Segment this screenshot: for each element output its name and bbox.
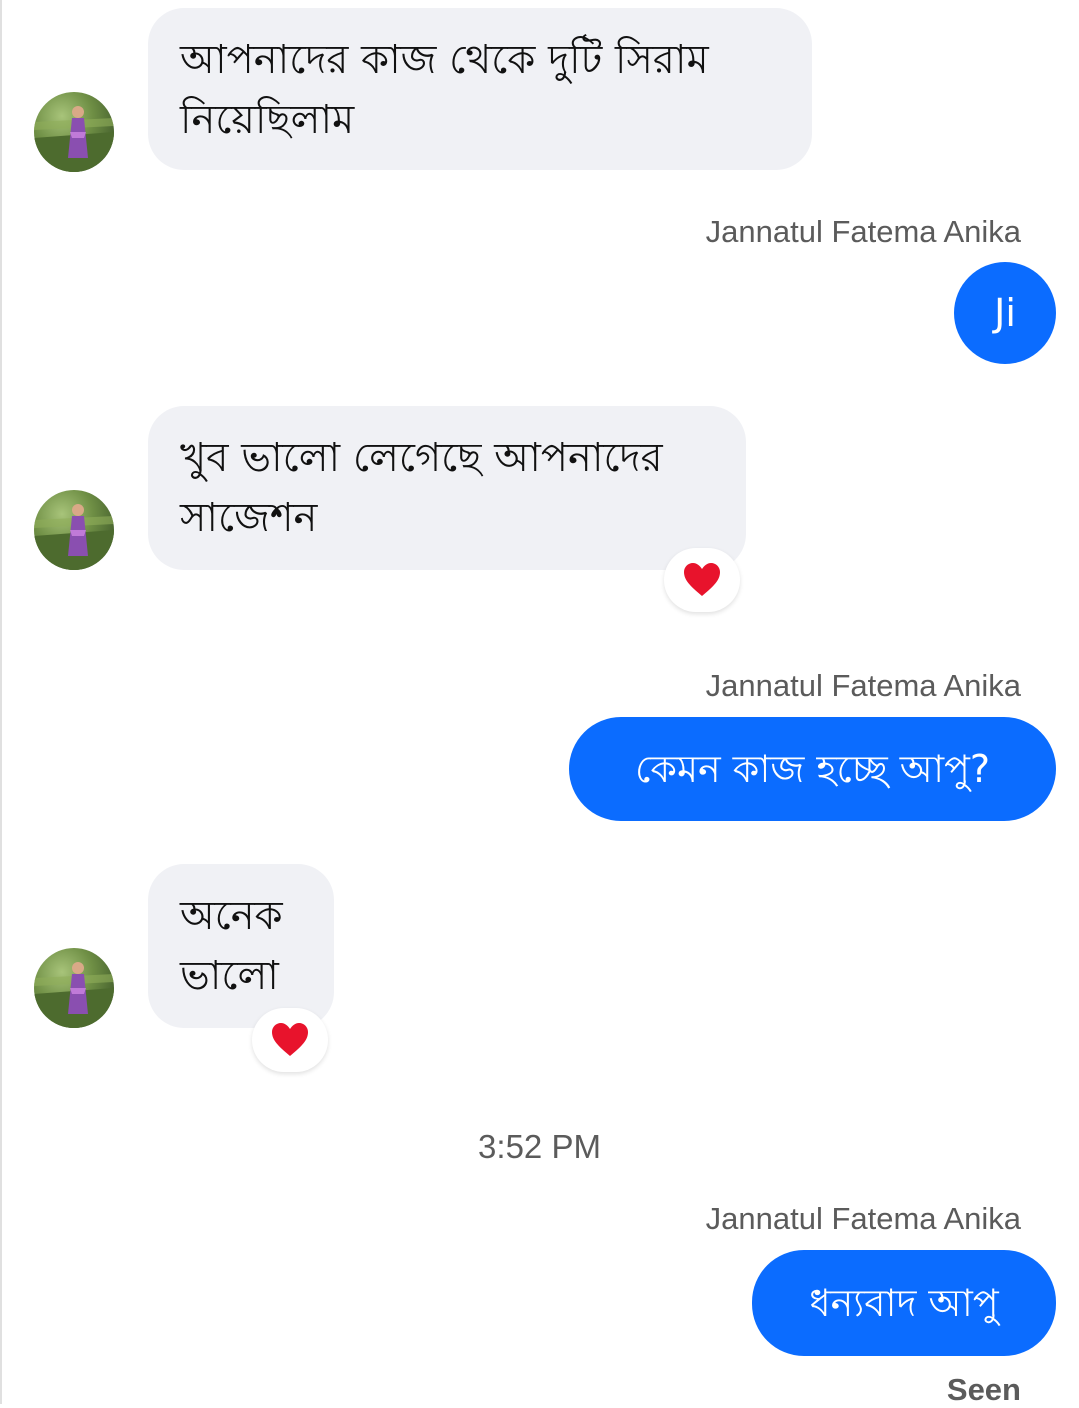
sender-name: Jannatul Fatema Anika <box>705 1201 1021 1236</box>
incoming-message[interactable]: আপনাদের কাজ থেকে দুটি সিরাম নিয়েছিলাম <box>148 8 812 170</box>
heart-icon <box>272 1023 308 1056</box>
contact-avatar[interactable] <box>34 490 114 570</box>
message-text: আপনাদের কাজ থেকে দুটি সিরাম নিয়েছিলাম <box>180 37 709 143</box>
window-edge <box>0 0 2 1404</box>
incoming-message[interactable]: অনেক ভালো <box>148 864 334 1028</box>
reaction-badge[interactable] <box>252 1008 328 1072</box>
contact-avatar[interactable] <box>34 92 114 172</box>
seen-status: Seen <box>946 1372 1021 1407</box>
message-text: খুব ভালো লেগেছে আপনাদের সাজেশন <box>180 435 663 541</box>
outgoing-message[interactable]: Ji <box>954 262 1056 364</box>
contact-avatar[interactable] <box>34 948 114 1028</box>
sender-name: Jannatul Fatema Anika <box>705 668 1021 703</box>
outgoing-message[interactable]: ধন্যবাদ আপু <box>752 1250 1056 1356</box>
message-timestamp: 3:52 PM <box>478 1128 601 1165</box>
outgoing-message[interactable]: কেমন কাজ হচ্ছে আপু? <box>569 717 1056 821</box>
message-text: কেমন কাজ হচ্ছে আপু? <box>634 747 991 791</box>
message-text: ধন্যবাদ আপু <box>809 1281 999 1325</box>
sender-name: Jannatul Fatema Anika <box>705 214 1021 249</box>
reaction-badge[interactable] <box>664 548 740 612</box>
message-text: অনেক ভালো <box>180 893 283 999</box>
incoming-message[interactable]: খুব ভালো লেগেছে আপনাদের সাজেশন <box>148 406 746 570</box>
message-text: Ji <box>994 291 1016 335</box>
heart-icon <box>684 563 720 596</box>
